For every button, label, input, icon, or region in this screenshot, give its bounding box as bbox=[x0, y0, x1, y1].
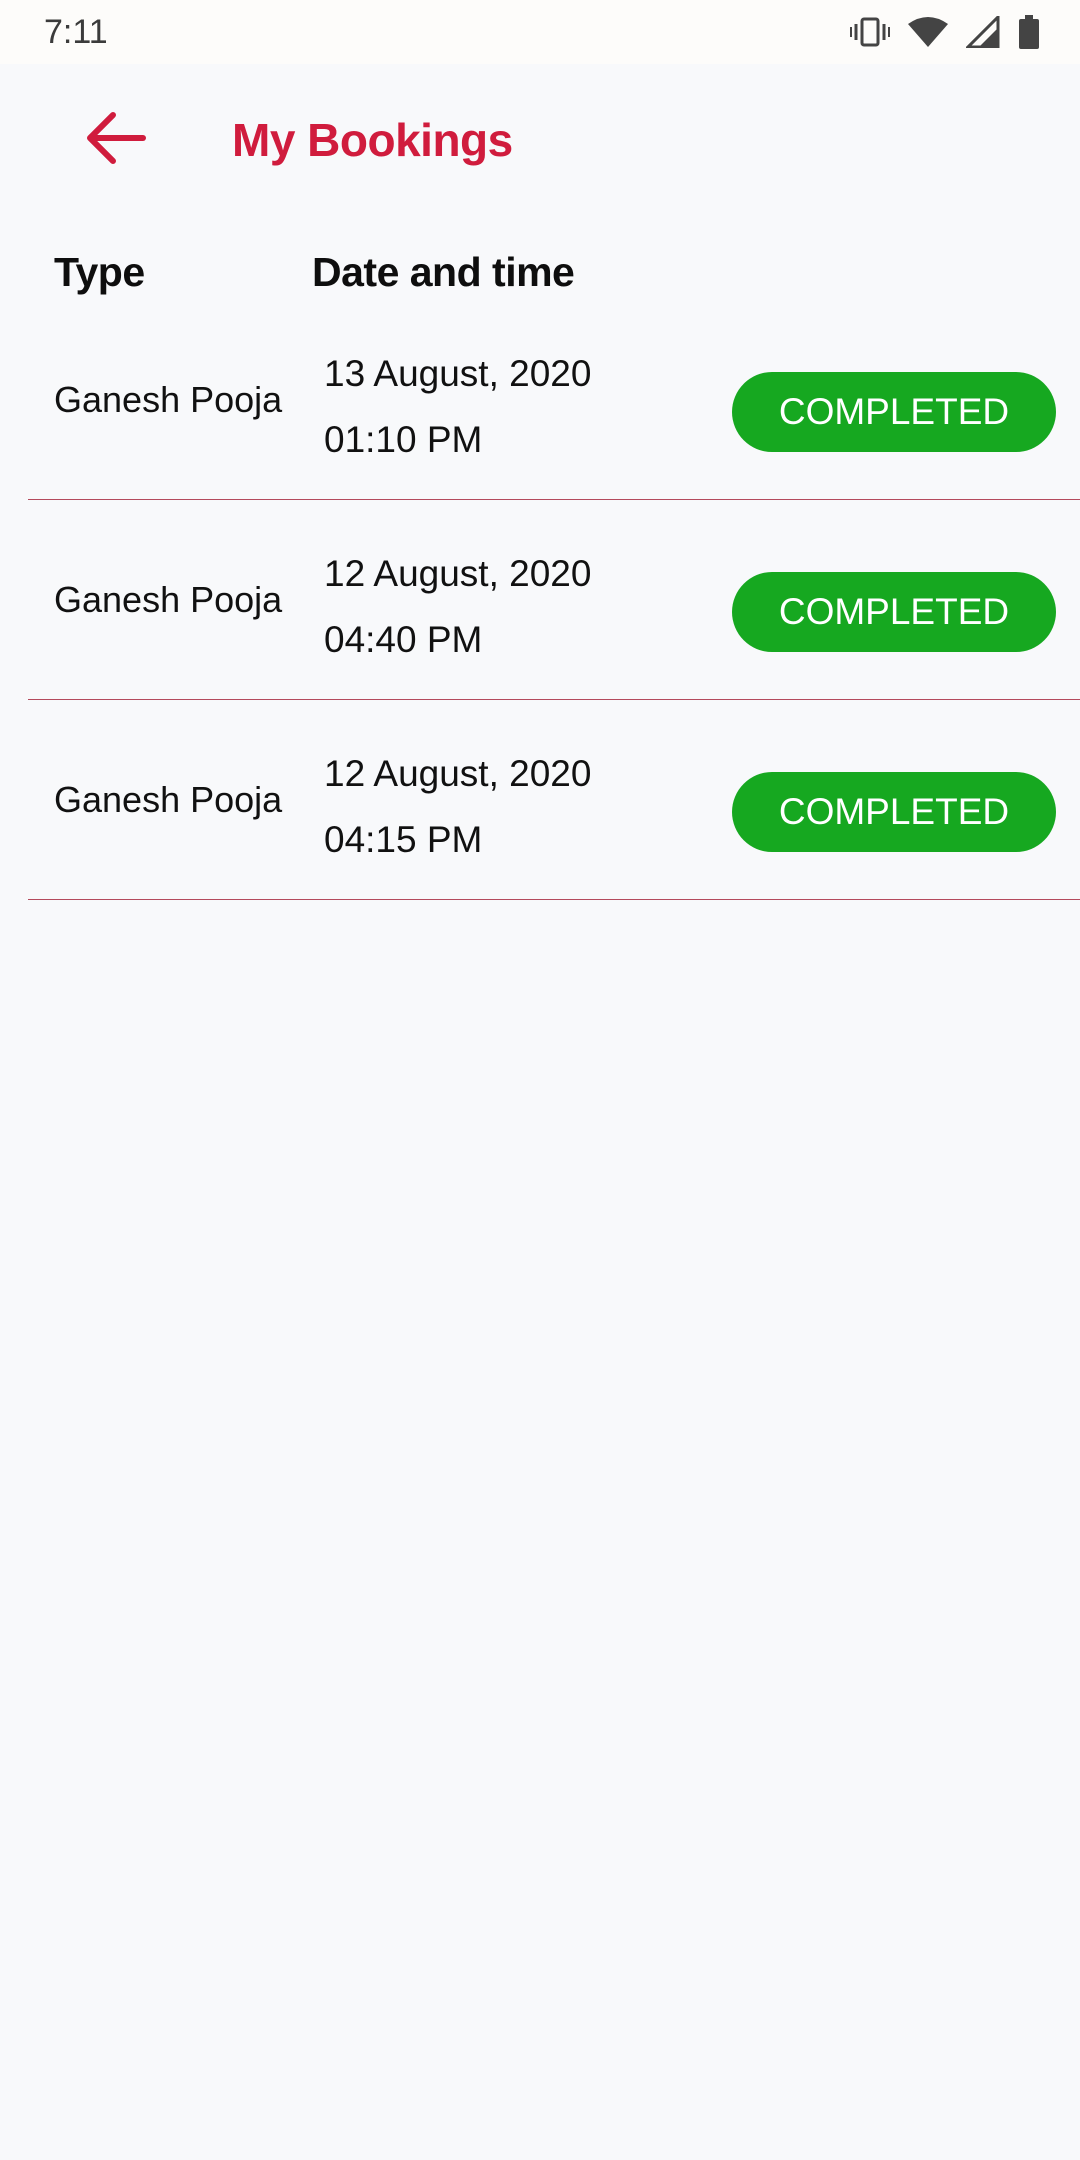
booking-row[interactable]: Ganesh Pooja 12 August, 2020 04:40 PM CO… bbox=[28, 500, 1080, 700]
booking-row[interactable]: Ganesh Pooja 13 August, 2020 01:10 PM CO… bbox=[28, 300, 1080, 500]
status-badge[interactable]: COMPLETED bbox=[732, 772, 1056, 852]
page-title: My Bookings bbox=[232, 114, 513, 166]
booking-time: 04:15 PM bbox=[324, 819, 483, 860]
bookings-list: Ganesh Pooja 13 August, 2020 01:10 PM CO… bbox=[0, 300, 1080, 900]
status-bar: 7:11 bbox=[0, 0, 1080, 64]
booking-date: 13 August, 2020 bbox=[324, 353, 592, 394]
booking-row[interactable]: Ganesh Pooja 12 August, 2020 04:15 PM CO… bbox=[28, 700, 1080, 900]
vibrate-icon bbox=[850, 17, 890, 47]
status-badge[interactable]: COMPLETED bbox=[732, 372, 1056, 452]
status-icons bbox=[850, 14, 1040, 50]
booking-time: 04:40 PM bbox=[324, 619, 483, 660]
booking-type: Ganesh Pooja bbox=[54, 379, 283, 420]
booking-date: 12 August, 2020 bbox=[324, 753, 592, 794]
battery-icon bbox=[1018, 15, 1040, 49]
column-header-type: Type bbox=[54, 249, 145, 295]
table-header: Type Date and time bbox=[0, 240, 1080, 304]
booking-time: 01:10 PM bbox=[324, 419, 483, 460]
back-button[interactable] bbox=[76, 108, 156, 172]
status-time: 7:11 bbox=[44, 13, 108, 51]
cell-signal-icon bbox=[966, 16, 1000, 48]
app-bar: My Bookings bbox=[0, 64, 1080, 216]
arrow-back-icon bbox=[85, 111, 147, 170]
booking-date: 12 August, 2020 bbox=[324, 553, 592, 594]
column-header-date-time: Date and time bbox=[312, 249, 575, 295]
wifi-icon bbox=[908, 16, 948, 48]
status-badge[interactable]: COMPLETED bbox=[732, 572, 1056, 652]
booking-type: Ganesh Pooja bbox=[54, 779, 283, 820]
booking-type: Ganesh Pooja bbox=[54, 579, 283, 620]
